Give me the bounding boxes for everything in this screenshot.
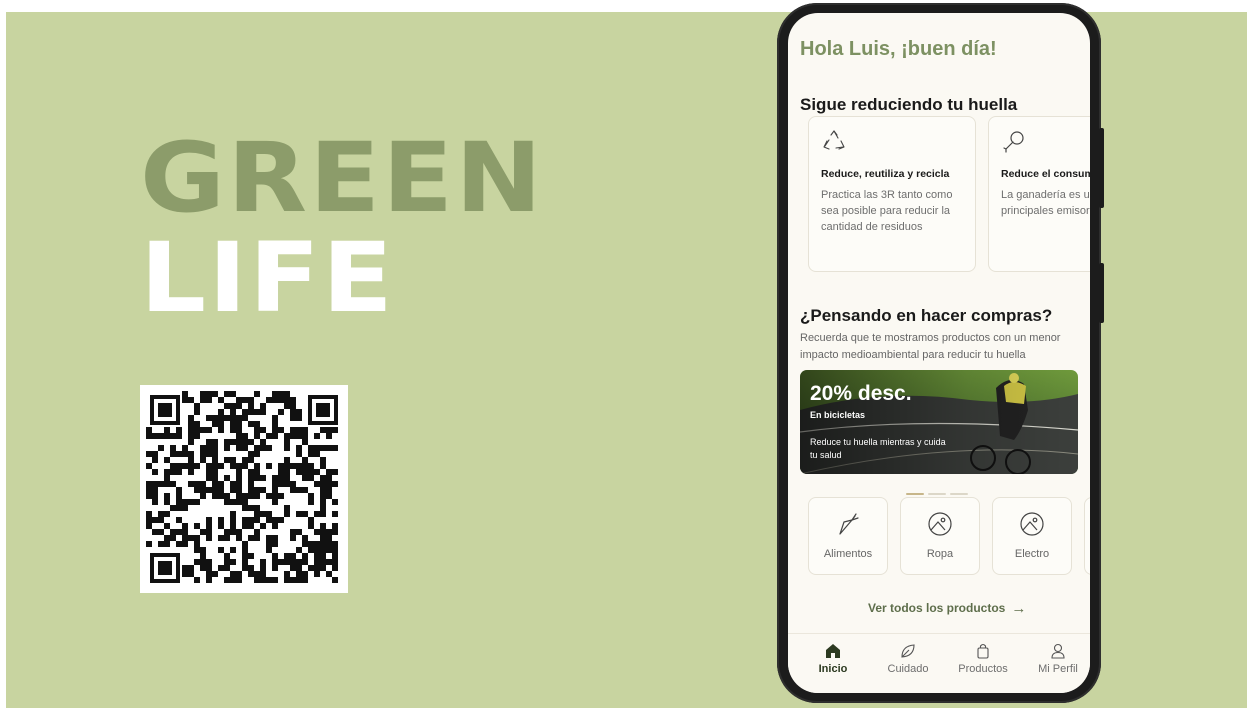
nav-label: Cuidado — [887, 663, 929, 675]
tip-description: La ganadería es uno de los principales e… — [1001, 189, 1090, 218]
nav-label: Mi Perfil — [1038, 663, 1078, 675]
phone-mockup: Hola Luis, ¡buen día! Sigue reduciendo t… — [777, 3, 1104, 703]
promo-banner[interactable]: 20% desc. En bicicletas Reduce tu huella… — [800, 370, 1078, 474]
user-icon — [1051, 643, 1065, 659]
carousel-dot-active[interactable] — [906, 493, 924, 495]
section-title-shopping: ¿Pensando en hacer compras? — [800, 306, 1053, 325]
image-icon — [928, 512, 952, 536]
recycle-icon — [823, 130, 845, 150]
drumstick-icon — [1003, 131, 1024, 153]
tip-card[interactable]: Reduce el consumo de carne La ganadería … — [988, 116, 1090, 272]
nav-item-perfil[interactable]: Mi Perfil — [1023, 642, 1090, 675]
brand-line-2: LIFE — [140, 222, 395, 334]
promo-headline: 20% desc. — [810, 382, 912, 405]
category-more[interactable] — [1084, 497, 1090, 575]
carrot-icon — [839, 513, 859, 535]
tip-title: Reduce el consumo de carne — [1001, 168, 1090, 180]
see-all-label: Ver todos los productos — [868, 601, 1006, 615]
category-label: Alimentos — [823, 548, 873, 560]
brand-logo: GREEN LIFE — [140, 130, 542, 326]
see-all-products-link[interactable]: Ver todos los productos → — [868, 600, 1026, 617]
category-alimentos[interactable]: Alimentos — [808, 497, 888, 575]
shopping-description: Recuerda que te mostramos productos con … — [800, 332, 1061, 362]
carousel-dot[interactable] — [928, 493, 946, 495]
carousel-dot[interactable] — [950, 493, 968, 495]
phone-side-button — [1099, 263, 1104, 323]
leaf-icon — [901, 644, 915, 658]
nav-item-cuidado[interactable]: Cuidado — [873, 642, 943, 675]
promo-description: Reduce tu huella mientras y cuida tu sal… — [810, 437, 946, 460]
app-screen: Hola Luis, ¡buen día! Sigue reduciendo t… — [788, 13, 1090, 693]
section-title-footprint: Sigue reduciendo tu huella — [800, 95, 1018, 114]
nav-item-inicio[interactable]: Inicio — [798, 642, 868, 675]
nav-label: Productos — [958, 663, 1008, 675]
qr-code — [140, 385, 348, 593]
bag-icon — [977, 643, 989, 659]
qr-code-icon — [146, 391, 338, 583]
nav-label: Inicio — [818, 663, 848, 675]
greeting: Hola Luis, ¡buen día! — [800, 38, 997, 60]
bottom-nav: Inicio Cuidado Productos Mi Perfil — [788, 633, 1090, 693]
category-label: Ropa — [926, 548, 954, 560]
category-label: Electro — [1014, 548, 1050, 560]
category-electro[interactable]: Electro — [992, 497, 1072, 575]
phone-side-button — [1099, 128, 1104, 208]
category-ropa[interactable]: Ropa — [900, 497, 980, 575]
tip-card[interactable]: Reduce, reutiliza y recicla Practica las… — [808, 116, 976, 272]
brand-line-1: GREEN — [140, 122, 545, 234]
arrow-right-icon: → — [1011, 600, 1027, 617]
image-icon — [1020, 512, 1044, 536]
tip-title: Reduce, reutiliza y recicla — [821, 168, 950, 180]
tip-description: Practica las 3R tanto como sea posible p… — [821, 189, 953, 234]
nav-item-productos[interactable]: Productos — [948, 642, 1018, 675]
home-icon — [826, 644, 840, 658]
promo-subtitle: En bicicletas — [810, 410, 866, 420]
